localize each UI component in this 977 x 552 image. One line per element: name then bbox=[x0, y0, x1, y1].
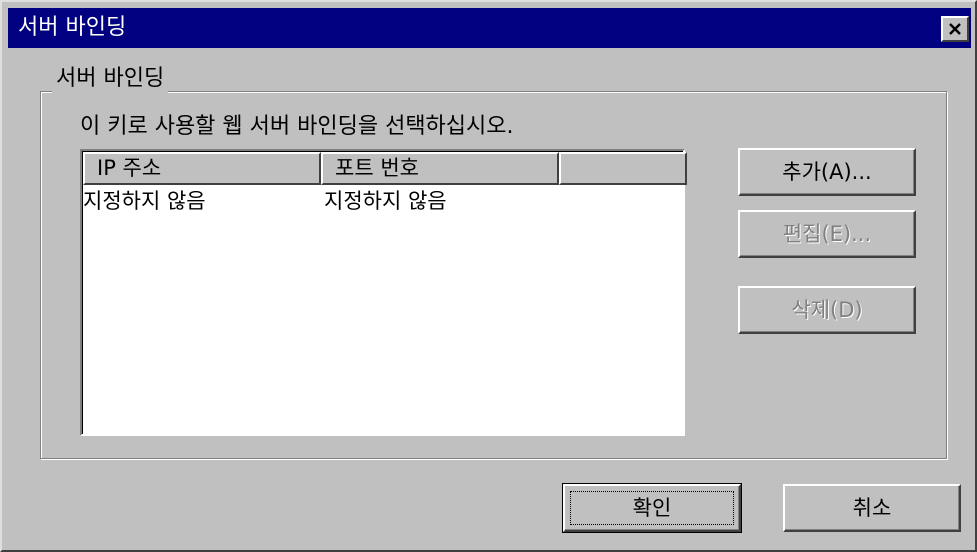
window-title: 서버 바인딩 bbox=[18, 15, 127, 40]
cancel-button[interactable]: 취소 bbox=[783, 484, 961, 532]
cell-ip: 지정하지 않음 bbox=[83, 189, 206, 213]
edit-button[interactable]: 편집(E)... bbox=[738, 210, 916, 258]
column-header-ip[interactable]: IP 주소 bbox=[83, 152, 321, 185]
list-item[interactable]: 지정하지 않음 지정하지 않음 bbox=[83, 187, 683, 215]
list-header: IP 주소 포트 번호 bbox=[83, 152, 687, 185]
delete-button[interactable]: 삭제(D) bbox=[738, 286, 916, 334]
dialog-window: 서버 바인딩 서버 바인딩 이 키로 사용할 웹 서버 바인딩을 선택하십시오.… bbox=[0, 0, 977, 552]
close-button[interactable] bbox=[941, 16, 969, 42]
column-header-port[interactable]: 포트 번호 bbox=[321, 152, 559, 185]
focus-rectangle bbox=[570, 491, 734, 525]
title-bar[interactable]: 서버 바인딩 bbox=[8, 8, 971, 48]
cell-port: 지정하지 않음 bbox=[324, 189, 447, 213]
group-label: 서버 바인딩 bbox=[52, 65, 169, 93]
instruction-text: 이 키로 사용할 웹 서버 바인딩을 선택하십시오. bbox=[80, 114, 514, 139]
binding-list[interactable]: IP 주소 포트 번호 지정하지 않음 지정하지 않음 bbox=[80, 149, 687, 436]
ok-button[interactable]: 확인 bbox=[562, 483, 742, 533]
column-header-empty[interactable] bbox=[559, 152, 687, 185]
add-button[interactable]: 추가(A)... bbox=[738, 148, 916, 196]
close-icon bbox=[949, 23, 961, 35]
